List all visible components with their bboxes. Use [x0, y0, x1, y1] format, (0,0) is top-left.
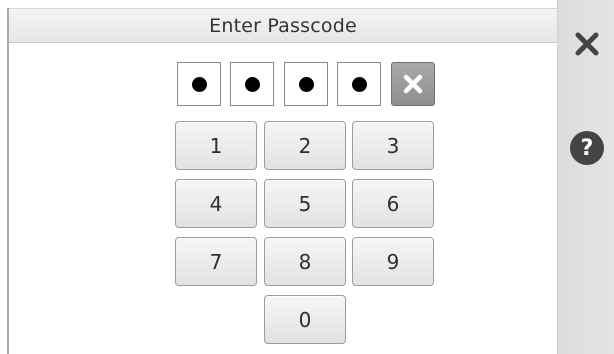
passcode-digit-4 — [337, 62, 381, 106]
key-5[interactable]: 5 — [264, 179, 346, 228]
key-1[interactable]: 1 — [175, 121, 257, 170]
close-icon — [575, 32, 599, 56]
close-button[interactable] — [571, 28, 603, 60]
passcode-screen: Enter Passcode 1 2 3 4 5 6 7 8 9 0 ? — [0, 0, 614, 354]
clear-passcode-button[interactable] — [391, 62, 435, 106]
key-0[interactable]: 0 — [264, 295, 346, 344]
key-9[interactable]: 9 — [352, 237, 434, 286]
right-sidebar: ? — [557, 0, 614, 354]
passcode-digit-3 — [284, 62, 328, 106]
key-4[interactable]: 4 — [175, 179, 257, 228]
header-bar: Enter Passcode — [9, 8, 557, 43]
help-icon-label: ? — [580, 135, 594, 161]
filled-dot-icon — [298, 76, 314, 92]
passcode-panel: Enter Passcode 1 2 3 4 5 6 7 8 9 0 — [7, 8, 557, 354]
page-title: Enter Passcode — [209, 14, 357, 37]
passcode-digit-1 — [177, 62, 221, 106]
x-icon — [403, 74, 423, 94]
key-7[interactable]: 7 — [175, 237, 257, 286]
passcode-digit-2 — [230, 62, 274, 106]
filled-dot-icon — [244, 76, 260, 92]
key-6[interactable]: 6 — [352, 179, 434, 228]
filled-dot-icon — [351, 76, 367, 92]
help-button[interactable]: ? — [570, 131, 604, 165]
key-8[interactable]: 8 — [264, 237, 346, 286]
filled-dot-icon — [191, 76, 207, 92]
key-3[interactable]: 3 — [352, 121, 434, 170]
key-2[interactable]: 2 — [264, 121, 346, 170]
